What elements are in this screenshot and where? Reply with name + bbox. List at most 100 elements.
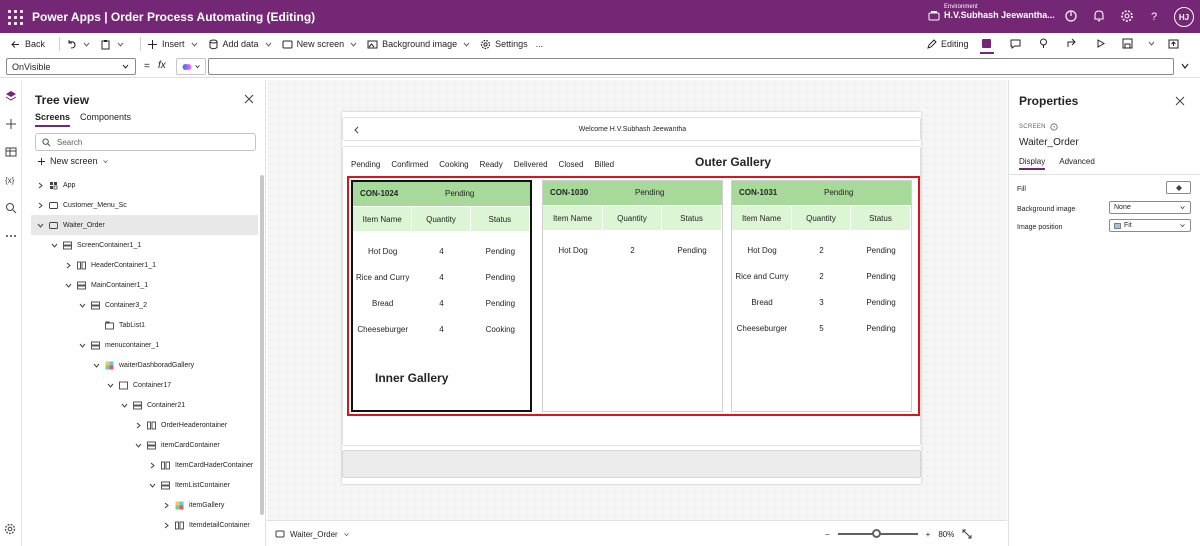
chevron-down-icon[interactable] (107, 382, 114, 389)
insert-button[interactable]: Insert (147, 39, 200, 50)
share-icon[interactable] (1066, 38, 1077, 49)
environment-picker[interactable]: Environment H.V.Subhash Jeewantha... (944, 4, 1055, 20)
zoom-slider-thumb[interactable] (871, 529, 881, 538)
chevron-down-icon[interactable] (37, 222, 44, 229)
chevron-down-icon[interactable] (65, 282, 72, 289)
save-icon[interactable] (1122, 38, 1133, 49)
comment-icon[interactable] (1010, 38, 1021, 49)
tree-node[interactable]: ItemCardHaderContainer (149, 455, 253, 475)
power-icon[interactable] (1064, 9, 1078, 23)
tree-node[interactable]: ItemdetailContainer (163, 515, 250, 535)
item-row[interactable]: Rice and Curry 4 Pending (353, 266, 530, 290)
chevron-right-icon[interactable] (163, 502, 170, 509)
order-card[interactable]: CON-1030 Pending Item Name Quantity Status Ho… (542, 180, 723, 412)
item-row[interactable]: Rice and Curry 2 Pending (732, 265, 911, 289)
tree-node[interactable]: itemCardContainer (135, 435, 220, 455)
tree-node[interactable]: waiterDashboradGallery (93, 355, 194, 375)
chevron-down-icon[interactable] (1146, 38, 1157, 49)
tree-node[interactable]: MainContainer1_1 (65, 275, 148, 295)
variables-icon[interactable]: {x} (5, 174, 17, 186)
tree-node[interactable]: Waiter_Order (31, 215, 258, 235)
fill-picker[interactable] (1166, 181, 1191, 194)
chevron-down-icon[interactable] (79, 302, 86, 309)
item-row[interactable]: Cheeseburger 5 Pending (732, 317, 911, 341)
chevron-down-icon[interactable] (93, 362, 100, 369)
item-row[interactable]: Cheeseburger 4 Cooking (353, 318, 530, 342)
footer-container[interactable] (342, 450, 921, 478)
chevron-right-icon[interactable] (135, 422, 142, 429)
chevron-down-icon[interactable] (81, 39, 92, 50)
chevron-right-icon[interactable] (37, 182, 44, 189)
chevron-right-icon[interactable] (65, 262, 72, 269)
close-icon[interactable] (1175, 96, 1185, 106)
item-row[interactable]: Hot Dog 2 Pending (732, 239, 911, 263)
tree-search-input[interactable]: Search (35, 133, 256, 151)
image-position-dropdown[interactable]: Fit (1109, 219, 1191, 232)
item-row[interactable]: Bread 4 Pending (353, 292, 530, 316)
tree-node[interactable]: menucontainer_1 (79, 335, 159, 355)
chevron-down-icon[interactable] (121, 402, 128, 409)
tree-node[interactable]: ItemListContainer (149, 475, 230, 495)
app-launcher-icon[interactable] (4, 6, 26, 28)
bell-icon[interactable] (1092, 9, 1106, 23)
chevron-right-icon[interactable] (163, 522, 170, 529)
chevron-right-icon[interactable] (37, 202, 44, 209)
settings-button[interactable]: Settings (480, 39, 528, 50)
more-icon[interactable] (5, 230, 17, 242)
formula-input[interactable] (208, 58, 1174, 75)
item-row[interactable]: Hot Dog 4 Pending (353, 240, 530, 264)
status-tab[interactable]: Billed (594, 160, 614, 169)
tree-node[interactable]: Container17 (107, 375, 171, 395)
editing-toggle[interactable]: Editing (926, 33, 969, 55)
tree-node[interactable]: ScreenContainer1_1 (51, 235, 141, 255)
publish-icon[interactable] (1168, 38, 1179, 49)
plus-icon[interactable] (5, 118, 17, 130)
screen-selector[interactable]: Waiter_Order (275, 529, 350, 539)
zoom-slider[interactable] (837, 529, 918, 538)
tree-node[interactable]: HeaderContainer1_1 (65, 255, 156, 275)
play-icon[interactable] (1095, 38, 1106, 49)
copilot-button[interactable] (176, 58, 206, 75)
fit-to-window-icon[interactable] (962, 529, 972, 539)
new-screen-tree-button[interactable]: New screen (37, 156, 109, 166)
search-icon[interactable] (5, 202, 17, 214)
expand-formula-icon[interactable] (1180, 61, 1190, 71)
zoom-out-button[interactable]: − (825, 530, 830, 539)
avatar[interactable]: HJ (1174, 7, 1194, 27)
tab-components[interactable]: Components (80, 112, 131, 127)
status-tab[interactable]: Cooking (439, 160, 468, 169)
gear-icon[interactable] (1120, 9, 1134, 23)
chevron-down-icon[interactable] (115, 39, 126, 50)
zoom-in-button[interactable]: + (926, 530, 931, 539)
chevron-down-icon[interactable] (135, 442, 142, 449)
layers-icon[interactable] (5, 90, 17, 102)
status-tab[interactable]: Ready (480, 160, 503, 169)
tab-display[interactable]: Display (1019, 157, 1046, 170)
tree-node[interactable]: TabList1 (93, 315, 145, 335)
background-image-dropdown[interactable]: None (1109, 201, 1191, 214)
new-screen-button[interactable]: New screen (282, 39, 360, 50)
property-dropdown[interactable]: OnVisible (6, 58, 136, 75)
item-row[interactable]: Bread 3 Pending (732, 291, 911, 315)
settings-icon[interactable] (4, 523, 16, 535)
status-tab[interactable]: Delivered (514, 160, 548, 169)
tree-node[interactable]: OrderHeaderontainer (135, 415, 227, 435)
data-icon[interactable] (5, 146, 17, 158)
tree-node[interactable]: Customer_Menu_Sc (37, 195, 127, 215)
tree-node[interactable]: itemGallery (163, 495, 224, 515)
close-icon[interactable] (244, 94, 254, 104)
tree-scrollbar[interactable] (260, 175, 264, 515)
item-row[interactable]: Hot Dog 2 Pending (543, 239, 722, 263)
add-data-button[interactable]: Add data (208, 39, 274, 50)
status-tab[interactable]: Confirmed (391, 160, 428, 169)
order-card[interactable]: CON-1031 Pending Item Name Quantity Status Ho… (731, 180, 912, 412)
more-button[interactable]: ... (536, 39, 544, 49)
chevron-down-icon[interactable] (149, 482, 156, 489)
status-tab[interactable]: Pending (351, 160, 380, 169)
background-image-button[interactable]: Background image (367, 39, 472, 50)
help-icon[interactable]: ? (1147, 9, 1161, 23)
tab-advanced[interactable]: Advanced (1059, 157, 1095, 170)
tree-node[interactable]: App (37, 175, 75, 195)
status-tab[interactable]: Closed (559, 160, 584, 169)
chevron-down-icon[interactable] (51, 242, 58, 249)
